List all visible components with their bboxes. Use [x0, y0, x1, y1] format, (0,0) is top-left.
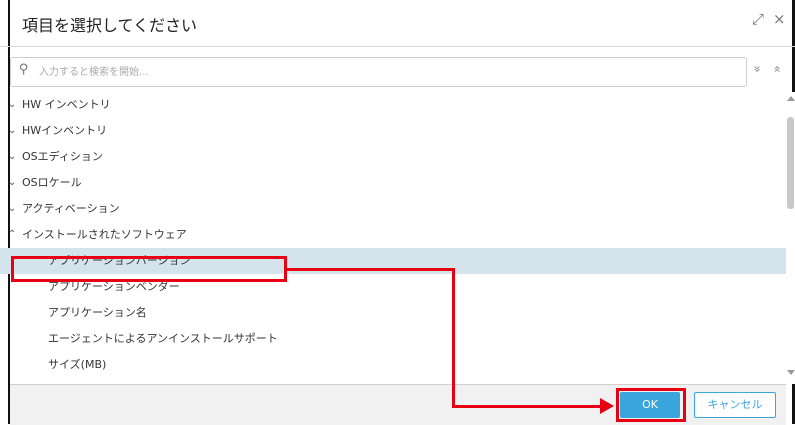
expand-all-icon[interactable]: » — [751, 65, 765, 72]
tree-item-label: アプリケーション名 — [48, 306, 147, 319]
chevron-down-icon[interactable]: ⌄ — [8, 118, 16, 144]
annotation-connector-horizontal-bottom — [452, 405, 602, 408]
tree-group-item[interactable]: ⌄ HWインベントリ — [0, 118, 786, 144]
close-icon[interactable]: × — [773, 10, 786, 28]
annotation-connector-vertical — [452, 268, 455, 408]
tree-item-label: HW インベントリ — [22, 98, 111, 111]
search-input[interactable] — [37, 62, 741, 82]
tree-group-item[interactable]: ⌄ HW インベントリ — [0, 92, 786, 118]
chevron-down-icon[interactable]: ⌄ — [8, 92, 16, 118]
annotation-highlight-ok-button — [616, 388, 686, 422]
tree-group-item[interactable]: ⌄ OSエディション — [0, 144, 786, 170]
tree-group-item[interactable]: ⌃ インストールされたソフトウェア — [0, 222, 786, 248]
select-item-dialog: 項目を選択してください ⤢ × ⚲ » « ⌄ HW インベントリ ⌄ HWインベント… — [0, 0, 795, 425]
tree-item-label: サイズ(MB) — [48, 358, 107, 371]
tree-item-label: アクティベーション — [22, 202, 120, 215]
tree-item-label: エージェントによるアンインストールサポート — [48, 332, 278, 345]
expand-icon[interactable]: ⤢ — [752, 10, 764, 28]
tree-leaf-item[interactable]: エージェントによるアンインストールサポート — [0, 326, 786, 352]
item-tree: ⌄ HW インベントリ ⌄ HWインベントリ ⌄ OSエディション ⌄ OSロケール ⌄ アクティ… — [0, 92, 786, 384]
annotation-connector-horizontal-top — [287, 268, 455, 271]
scroll-up-icon[interactable] — [787, 96, 795, 101]
cancel-button[interactable]: キャンセル — [694, 392, 776, 418]
chevron-up-icon[interactable]: ⌃ — [8, 222, 16, 248]
tree-item-label: HWインベントリ — [22, 124, 108, 137]
tree-item-label: OSエディション — [22, 150, 103, 163]
tree-item-label: OSロケール — [22, 176, 82, 189]
tree-group-item[interactable]: ⌄ アクティベーション — [0, 196, 786, 222]
dialog-header: 項目を選択してください ⤢ × — [0, 0, 795, 47]
scrollbar-thumb[interactable] — [787, 117, 794, 209]
chevron-down-icon[interactable]: ⌄ — [8, 196, 16, 222]
chevron-down-icon[interactable]: ⌄ — [8, 170, 16, 196]
search-icon: ⚲ — [19, 62, 29, 77]
tree-group-item[interactable]: ⌄ OSロケール — [0, 170, 786, 196]
annotation-arrow-head — [600, 398, 614, 414]
annotation-highlight-selected-item — [11, 256, 287, 282]
collapse-all-icon[interactable]: « — [771, 65, 785, 72]
tree-item-label: インストールされたソフトウェア — [22, 228, 187, 241]
tree-leaf-item[interactable]: サイズ(MB) — [0, 352, 786, 378]
dialog-title: 項目を選択してください — [22, 16, 198, 35]
search-box: ⚲ — [10, 57, 747, 87]
scroll-down-icon[interactable] — [787, 370, 795, 375]
chevron-down-icon[interactable]: ⌄ — [8, 144, 16, 170]
tree-leaf-item[interactable]: アプリケーション名 — [0, 300, 786, 326]
